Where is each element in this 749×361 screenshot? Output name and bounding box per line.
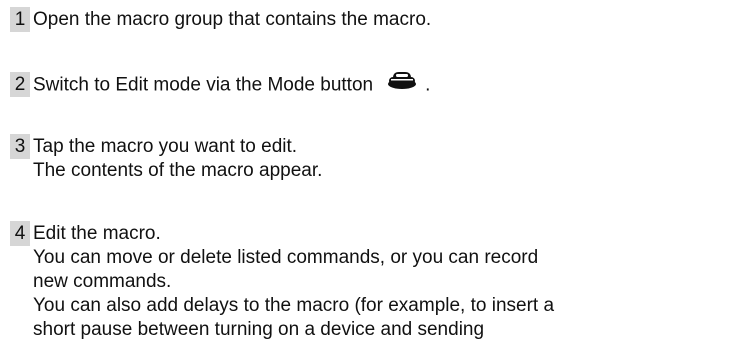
step-4: 4 Edit the macro. You can move or delete… (10, 221, 749, 342)
step-text: The contents of the macro appear. (33, 160, 323, 181)
step-body: Open the macro group that contains the m… (33, 7, 749, 32)
mode-button-icon (387, 70, 417, 97)
step-number: 1 (10, 7, 30, 32)
step-text: You can also add delays to the macro (fo… (33, 295, 555, 316)
step-3: 3 Tap the macro you want to edit. The co… (10, 134, 749, 183)
step-text: Open the macro group that contains the m… (33, 9, 432, 30)
step-1: 1 Open the macro group that contains the… (10, 7, 749, 32)
step-text: You can move or delete listed commands, … (33, 247, 539, 268)
step-text: Tap the macro you want to edit. (33, 136, 298, 157)
step-number: 3 (10, 134, 30, 159)
step-text-line: Switch to Edit mode via the Mode button … (33, 72, 749, 97)
step-text-period: . (425, 74, 431, 96)
step-2: 2 Switch to Edit mode via the Mode butto… (10, 72, 749, 97)
step-body: Switch to Edit mode via the Mode button … (33, 72, 749, 97)
step-number: 2 (10, 72, 30, 97)
step-text: Switch to Edit mode via the Mode button (33, 74, 374, 96)
step-number: 4 (10, 221, 30, 246)
step-text: Edit the macro. (33, 223, 161, 244)
step-body: Edit the macro. You can move or delete l… (33, 221, 749, 342)
step-text: short pause between turning on a device … (33, 319, 485, 340)
step-body: Tap the macro you want to edit. The cont… (33, 134, 749, 183)
step-text: new commands. (33, 271, 172, 292)
